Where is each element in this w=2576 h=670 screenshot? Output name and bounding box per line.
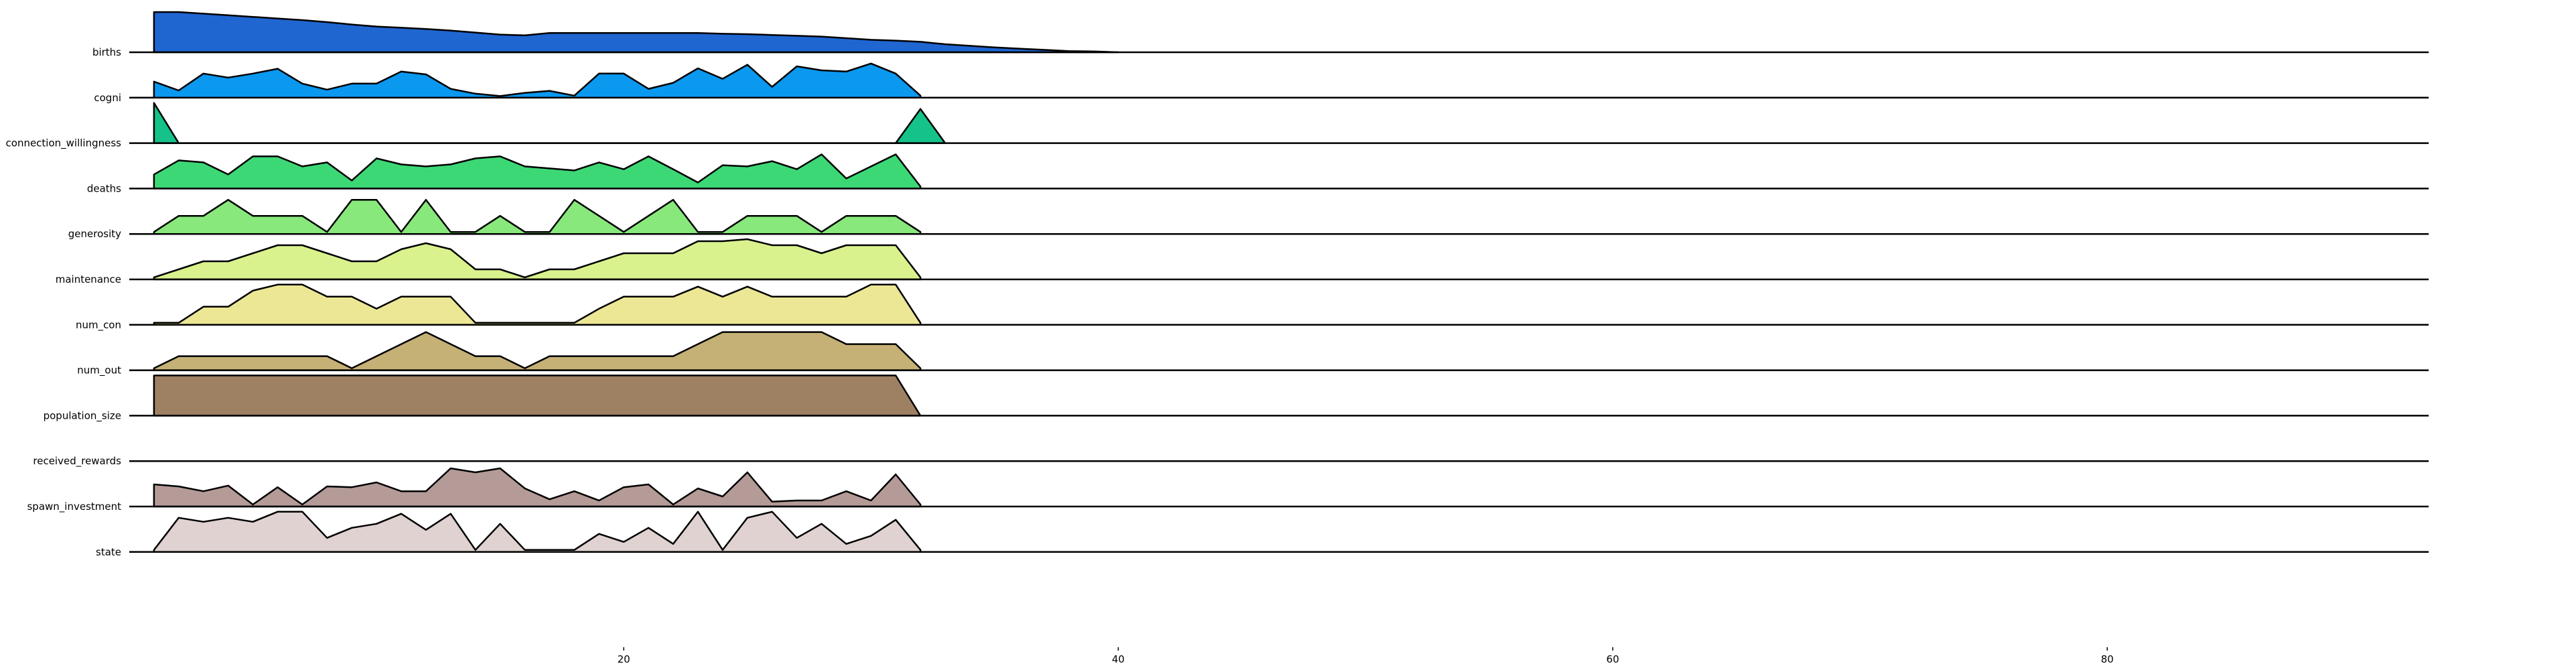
ridge-area-maintenance [153,238,922,281]
ridge-area-spawn-investment [153,467,922,508]
ridgeline-chart: births cogni connection_willingnessdeaths g… [6,11,2429,665]
ridge-row-spawn-investment: spawn_investment [27,467,2429,513]
ridge-row-num-con: num_con [76,283,2429,332]
row-label-cogni: cogni [94,92,121,104]
ridge-row-population-size: population_size [44,375,2429,422]
ridge-row-state: state [96,511,2429,558]
ridge-area-connection-willingness [153,102,946,144]
ridge-area-state [153,511,922,553]
ridges-layer: births cogni connection_willingnessdeaths g… [6,11,2429,558]
row-label-num-out: num_out [77,364,121,377]
row-label-spawn-investment: spawn_investment [27,500,121,513]
x-tick-label: 80 [2101,653,2114,665]
ridge-row-cogni: cogni [94,62,2429,104]
row-label-maintenance: maintenance [56,273,121,285]
x-tick-label: 20 [618,653,630,665]
ridge-row-connection-willingness: connection_willingness [6,102,2429,150]
row-label-population-size: population_size [44,409,121,422]
x-tick-label: 40 [1112,653,1125,665]
ridge-area-population-size [153,375,922,417]
row-label-num-con: num_con [76,319,121,332]
row-label-received-rewards: received_rewards [33,455,121,468]
row-label-births: births [92,46,121,58]
ridge-row-deaths: deaths [87,153,2429,194]
ridge-area-births [153,11,1119,54]
row-label-state: state [96,546,121,558]
row-label-deaths: deaths [87,182,121,194]
ridge-row-maintenance: maintenance [56,238,2429,285]
ridge-area-deaths [153,153,922,190]
x-tick-label: 60 [1606,653,1619,665]
ridge-row-generosity: generosity [68,198,2429,240]
ridge-row-num-out: num_out [77,331,2429,377]
ridge-area-generosity [153,198,922,235]
ridge-area-num-out [153,331,922,371]
ridge-row-received-rewards: received_rewards [33,455,2429,468]
ridge-row-births: births [92,11,2429,58]
ridge-area-cogni [153,62,922,99]
row-label-connection-willingness: connection_willingness [6,137,122,150]
x-axis: 20 40 60 80 [618,647,2114,665]
row-label-generosity: generosity [68,228,121,240]
ridge-area-num-con [153,283,922,326]
